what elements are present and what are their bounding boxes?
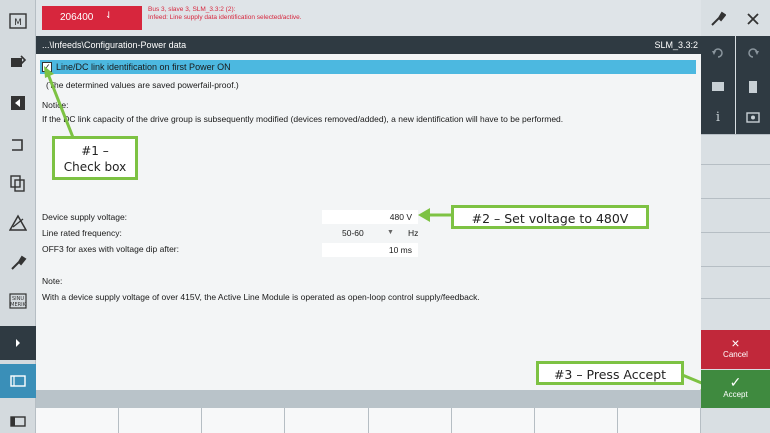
- softkey-2[interactable]: [119, 408, 203, 433]
- alarm-code-badge[interactable]: 206400 ⇃: [42, 6, 142, 30]
- component-name: SLM_3.3:2: [654, 40, 698, 50]
- alarm-arrow-icon: ⇃: [105, 10, 113, 20]
- copy-icon[interactable]: [3, 166, 33, 200]
- status-strip: [36, 390, 701, 408]
- annotation-step3: #3 – Press Accept: [536, 361, 684, 385]
- annotation-step1-text: Check box: [63, 160, 127, 174]
- accept-button[interactable]: ✓ Accept: [701, 370, 770, 408]
- redo-icon[interactable]: [736, 36, 770, 70]
- back-arrow-icon[interactable]: [3, 86, 33, 120]
- line-frequency-unit: Hz: [408, 228, 419, 238]
- supply-voltage-label: Device supply voltage:: [42, 212, 128, 222]
- softkey-1[interactable]: [36, 408, 120, 433]
- softkey-4[interactable]: [285, 408, 369, 433]
- identification-checkbox[interactable]: ✓: [42, 62, 52, 72]
- alarm-message: Bus 3, slave 3, SLM_3.3:2 (2): Infeed: L…: [148, 6, 302, 22]
- softkey-6[interactable]: [452, 408, 535, 433]
- identification-checkbox-row[interactable]: ✓ Line/DC link identification on first P…: [40, 60, 696, 74]
- breadcrumb: ...\Infeeds\Configuration-Power data SLM…: [36, 36, 701, 54]
- softkey-3[interactable]: [202, 408, 286, 433]
- off3-label: OFF3 for axes with voltage dip after:: [42, 244, 180, 254]
- expand-arrow-icon[interactable]: [0, 326, 36, 360]
- softkey-8[interactable]: [618, 408, 701, 433]
- alarm-message-line1: Bus 3, slave 3, SLM_3.3:2 (2):: [148, 6, 236, 13]
- line-frequency-select[interactable]: 50-60: [342, 228, 364, 238]
- line-frequency-label: Line rated frequency:: [42, 228, 122, 238]
- right-vertical-softkey-bar: i × Cancel ✓ Accept: [701, 0, 770, 433]
- annotation-step2: #2 – Set voltage to 480V: [451, 205, 649, 229]
- notice-text: If the DC link capacity of the drive gro…: [42, 114, 564, 124]
- identification-checkbox-label[interactable]: Line/DC link identification on first Pow…: [56, 62, 231, 72]
- alarm-code: 206400: [60, 12, 94, 23]
- softkey-7[interactable]: [535, 408, 618, 433]
- breadcrumb-path: ...\Infeeds\Configuration-Power data: [42, 40, 187, 50]
- edit-icon[interactable]: [3, 46, 33, 80]
- window-toggle-icon[interactable]: [0, 364, 36, 398]
- divider: [701, 134, 770, 135]
- softkey-5[interactable]: [369, 408, 452, 433]
- info-icon[interactable]: i: [701, 100, 735, 134]
- sinumerik-icon[interactable]: SINU MERIK: [3, 284, 33, 318]
- close-icon: ×: [731, 335, 740, 351]
- alarm-header: 206400 ⇃ Bus 3, slave 3, SLM_3.3:2 (2): …: [36, 0, 701, 36]
- cancel-label: Cancel: [723, 350, 748, 359]
- chevron-down-icon[interactable]: ▼: [387, 229, 394, 236]
- supply-voltage-input[interactable]: 480 V: [322, 210, 418, 224]
- wrench-icon[interactable]: [701, 2, 735, 36]
- camera-icon[interactable]: [736, 100, 770, 134]
- annotation-step1-number: #1 –: [81, 144, 109, 158]
- undo-icon[interactable]: [701, 36, 735, 70]
- alarm-message-line2: Infeed: Line supply data identification …: [148, 14, 302, 21]
- divider: [701, 232, 770, 233]
- note-title: Note:: [42, 276, 63, 286]
- svg-text:MERIK: MERIK: [10, 302, 26, 308]
- warning-triangle-icon[interactable]: [3, 206, 33, 240]
- wrench-icon[interactable]: [3, 246, 33, 280]
- note-text: With a device supply voltage of over 415…: [42, 292, 480, 302]
- left-vertical-softkey-bar: M SINU MERIK: [0, 0, 36, 433]
- divider: [701, 266, 770, 267]
- panel-icon[interactable]: [3, 404, 33, 433]
- notice-title: Notice:: [42, 100, 69, 110]
- bracket-icon[interactable]: [3, 128, 33, 162]
- monitor-icon[interactable]: [701, 70, 735, 104]
- divider: [701, 164, 770, 165]
- cancel-button[interactable]: × Cancel: [701, 330, 770, 369]
- annotation-step1: #1 – Check box: [52, 136, 138, 180]
- saved-note: (The determined values are saved powerfa…: [46, 80, 239, 90]
- checkmark-icon: ✓: [729, 374, 742, 390]
- off3-delay-input[interactable]: 10 ms: [322, 243, 418, 257]
- calculator-icon[interactable]: [736, 70, 770, 104]
- divider: [701, 198, 770, 199]
- horizontal-softkey-bar: [36, 408, 701, 433]
- tools-icon[interactable]: [736, 2, 770, 36]
- machine-area-icon[interactable]: M: [3, 4, 33, 38]
- divider: [701, 298, 770, 299]
- accept-label: Accept: [723, 390, 748, 399]
- svg-text:M: M: [14, 18, 22, 28]
